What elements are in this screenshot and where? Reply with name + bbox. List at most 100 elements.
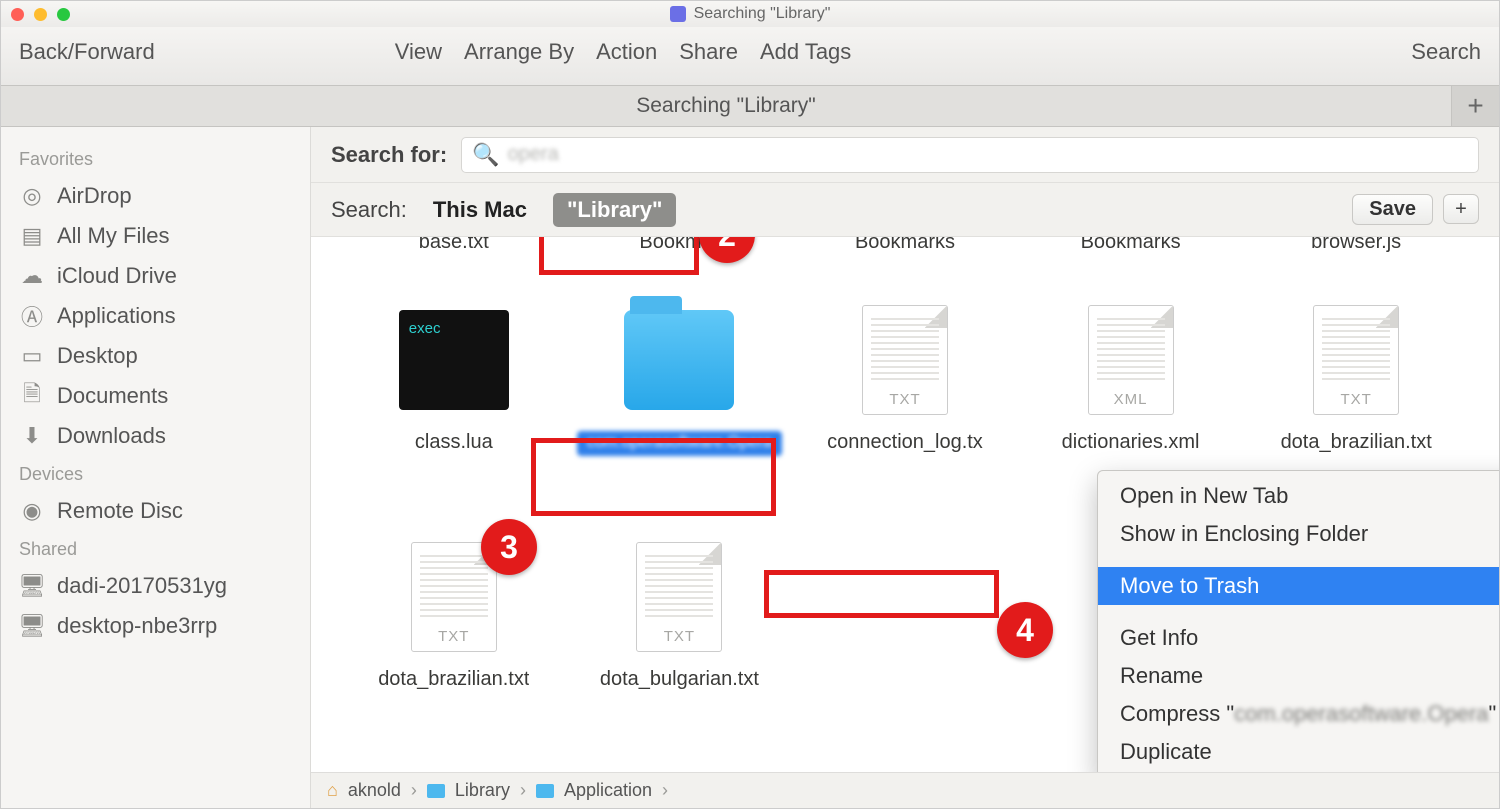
file-label: dota_brazilian.txt <box>1281 431 1432 454</box>
add-tags-button[interactable]: Add Tags <box>760 39 851 65</box>
file-item[interactable]: XML dictionaries.xml <box>1021 295 1241 456</box>
file-item[interactable]: TXT connection_log.tx <box>795 295 1015 456</box>
file-label[interactable]: base.txt <box>419 237 489 254</box>
file-label-selected: com.operasoftware.Opera <box>577 431 782 456</box>
sidebar-header-shared: Shared <box>1 531 310 566</box>
finder-window: Searching "Library" Back/Forward View Ar… <box>0 0 1500 809</box>
search-icon: 🔍 <box>472 142 499 168</box>
scope-label: Search: <box>331 197 407 223</box>
sidebar-header-favorites: Favorites <box>1 141 310 176</box>
folder-icon <box>536 784 554 798</box>
sidebar-item-icloud[interactable]: ☁ iCloud Drive <box>1 256 310 296</box>
sidebar-item-documents[interactable]: 🗎Documents <box>1 376 310 416</box>
annotation-badge-4: 4 <box>997 602 1053 658</box>
file-item[interactable]: exec class.lua <box>344 295 564 456</box>
path-bar: ⌂ aknold › Library › Application › <box>311 772 1499 808</box>
file-label[interactable]: browser.js <box>1311 237 1401 254</box>
path-segment[interactable]: Library <box>455 780 510 801</box>
view-button[interactable]: View <box>395 39 442 65</box>
sidebar-item-airdrop[interactable]: ◎ AirDrop <box>1 176 310 216</box>
file-item[interactable]: TXT dota_bulgarian.txt <box>569 532 789 691</box>
sidebar-item-all-my-files[interactable]: ▤All My Files <box>1 216 310 256</box>
file-label: class.lua <box>415 431 493 454</box>
downloads-icon: ⬇ <box>19 425 45 447</box>
documents-icon: 🗎 <box>19 385 45 407</box>
menu-open-new-tab[interactable]: Open in New Tab <box>1098 477 1499 515</box>
scope-this-mac[interactable]: This Mac <box>425 193 535 227</box>
txt-icon: TXT <box>862 305 948 415</box>
path-segment[interactable]: Application <box>564 780 652 801</box>
menu-get-info[interactable]: Get Info <box>1098 619 1499 657</box>
menu-show-enclosing[interactable]: Show in Enclosing Folder <box>1098 515 1499 553</box>
icloud-icon: ☁ <box>19 265 45 287</box>
search-for-row: Search for: 🔍 opera <box>311 127 1499 183</box>
all-my-files-icon: ▤ <box>19 225 45 247</box>
file-spacer <box>795 532 1015 691</box>
menu-rename[interactable]: Rename <box>1098 657 1499 695</box>
titlebar: Searching "Library" <box>1 1 1499 27</box>
desktop-icon: ▭ <box>19 345 45 367</box>
window-title-text: Searching "Library" <box>694 5 831 23</box>
computer-icon: 🖥 <box>19 615 45 637</box>
file-item-selected[interactable]: com.operasoftware.Opera <box>569 295 789 456</box>
sidebar: Favorites ◎ AirDrop ▤All My Files ☁ iCloud… <box>1 127 311 808</box>
sidebar-item-label: iCloud Drive <box>57 263 177 289</box>
file-row-1: base.txt Bookmar Bookmarks Bookmarks bro… <box>341 237 1469 254</box>
disc-icon: ◉ <box>19 500 45 522</box>
txt-icon: TXT <box>1313 305 1399 415</box>
airdrop-icon: ◎ <box>19 185 45 207</box>
sidebar-item-label: desktop-nbe3rrp <box>57 613 217 639</box>
sidebar-item-label: AirDrop <box>57 183 132 209</box>
applications-icon: Ⓐ <box>19 305 45 327</box>
search-scope-row: Search: This Mac "Library" Save + <box>311 183 1499 237</box>
folder-icon <box>670 6 686 22</box>
context-menu: Open in New Tab Show in Enclosing Folder… <box>1097 470 1499 772</box>
sidebar-item-shared-1[interactable]: 🖥dadi-20170531yg <box>1 566 310 606</box>
file-item[interactable]: TXT dota_brazilian.txt <box>1246 295 1466 456</box>
sidebar-item-label: Applications <box>57 303 176 329</box>
search-term: opera <box>508 143 559 166</box>
home-icon: ⌂ <box>327 780 338 801</box>
chevron-right-icon: › <box>411 780 417 801</box>
add-criteria-button[interactable]: + <box>1443 194 1479 224</box>
annotation-badge-3: 3 <box>481 519 537 575</box>
sidebar-item-downloads[interactable]: ⬇Downloads <box>1 416 310 456</box>
back-forward-button[interactable]: Back/Forward <box>19 39 155 65</box>
path-segment[interactable]: aknold <box>348 780 401 801</box>
file-grid[interactable]: base.txt Bookmar Bookmarks Bookmarks bro… <box>311 237 1499 772</box>
menu-duplicate[interactable]: Duplicate <box>1098 733 1499 771</box>
share-button[interactable]: Share <box>679 39 738 65</box>
sidebar-item-remote-disc[interactable]: ◉Remote Disc <box>1 491 310 531</box>
folder-icon <box>624 310 734 410</box>
tab-searching-library[interactable]: Searching "Library" <box>1 86 1451 126</box>
search-input[interactable]: 🔍 opera <box>461 137 1479 173</box>
file-label: dota_brazilian.txt <box>378 668 529 691</box>
search-for-label: Search for: <box>331 142 447 168</box>
txt-icon: TXT <box>636 542 722 652</box>
file-label[interactable]: Bookmarks <box>1081 237 1181 254</box>
tab-label: Searching "Library" <box>636 94 816 118</box>
save-search-button[interactable]: Save <box>1352 194 1433 225</box>
folder-icon <box>427 784 445 798</box>
chevron-right-icon: › <box>520 780 526 801</box>
search-button[interactable]: Search <box>1411 39 1481 65</box>
sidebar-header-devices: Devices <box>1 456 310 491</box>
content: Favorites ◎ AirDrop ▤All My Files ☁ iCloud… <box>1 127 1499 808</box>
file-label[interactable]: Bookmarks <box>855 237 955 254</box>
xml-icon: XML <box>1088 305 1174 415</box>
action-button[interactable]: Action <box>596 39 657 65</box>
file-label: connection_log.tx <box>827 431 983 454</box>
scope-library[interactable]: "Library" <box>553 193 676 227</box>
tab-bar: Searching "Library" + <box>1 85 1499 127</box>
sidebar-item-applications[interactable]: Ⓐ Applications <box>1 296 310 336</box>
file-label: dictionaries.xml <box>1062 431 1200 454</box>
sidebar-item-desktop[interactable]: ▭Desktop <box>1 336 310 376</box>
menu-move-to-trash[interactable]: Move to Trash <box>1098 567 1499 605</box>
arrange-by-button[interactable]: Arrange By <box>464 39 574 65</box>
computer-icon: 🖥 <box>19 575 45 597</box>
new-tab-button[interactable]: + <box>1451 86 1499 126</box>
menu-compress[interactable]: Compress "com.operasoftware.Opera" <box>1098 695 1499 733</box>
sidebar-item-shared-2[interactable]: 🖥 desktop-nbe3rrp <box>1 606 310 646</box>
file-label: dota_bulgarian.txt <box>600 668 759 691</box>
chevron-right-icon: › <box>662 780 668 801</box>
